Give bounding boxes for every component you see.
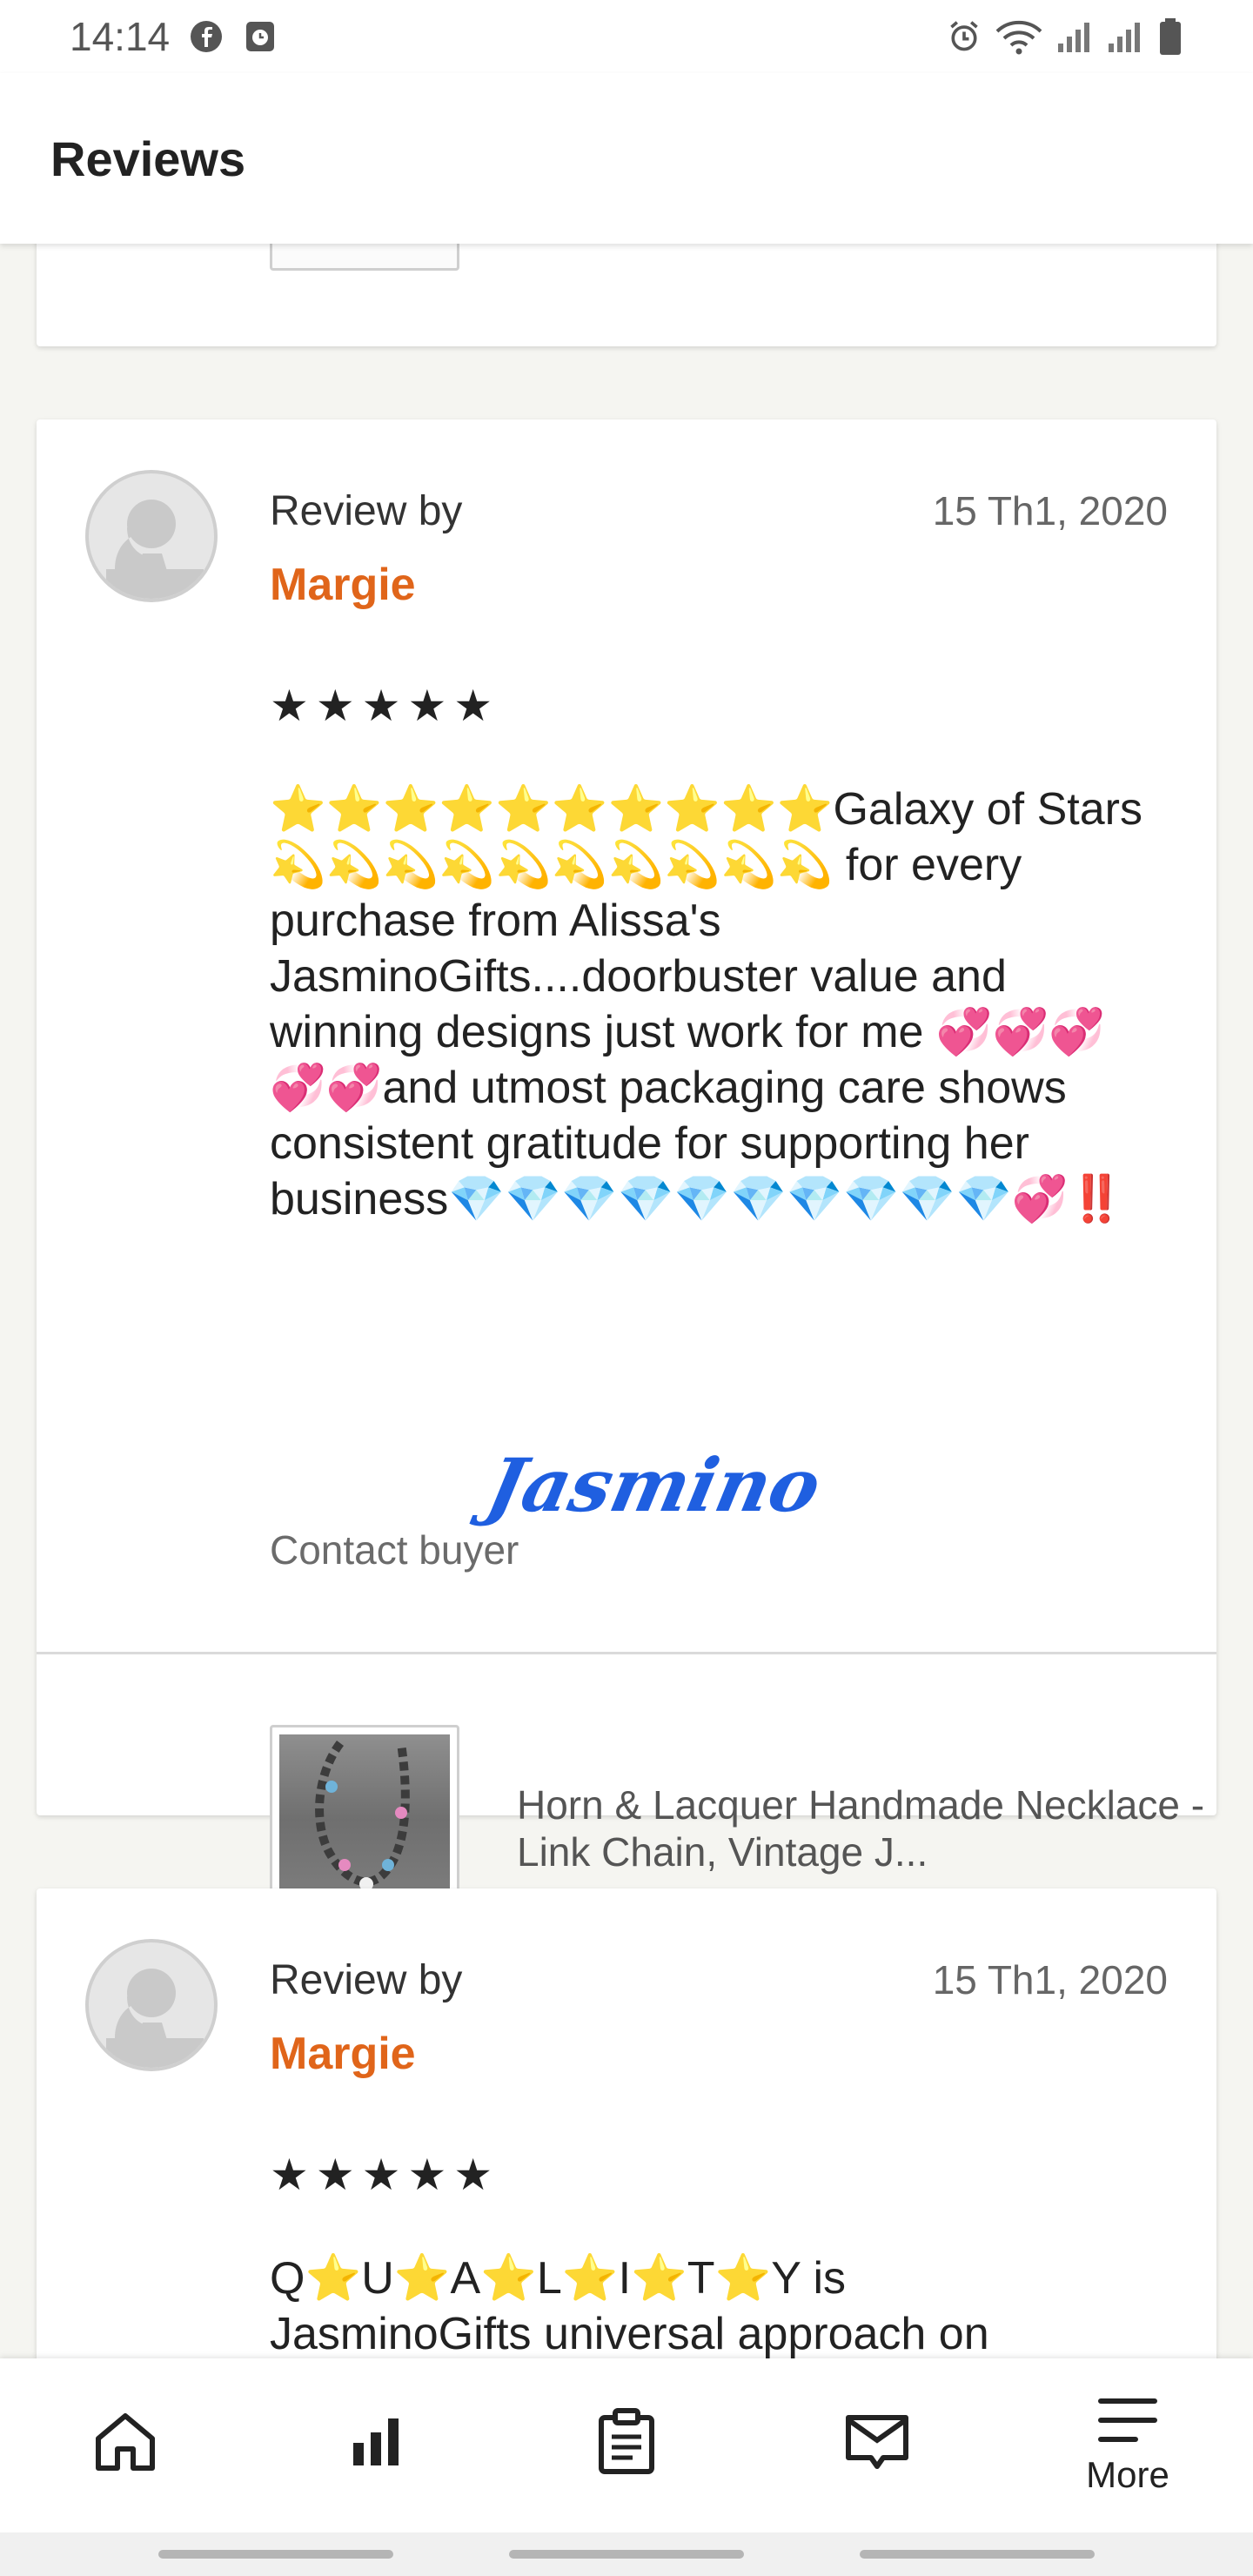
star-rating: ★★★★★ [270, 2150, 500, 2199]
review-text-part: Galaxy of Stars [833, 784, 1142, 835]
signal-icon [1056, 19, 1095, 54]
avatar [85, 470, 218, 602]
review-text: Q⭐U⭐A⭐L⭐I⭐T⭐Y is JasminoGifts universal … [270, 2251, 1149, 2358]
review-date: 15 Th1, 2020 [932, 1957, 1168, 2002]
status-time: 14:14 [70, 14, 171, 59]
menu-icon [1097, 2396, 1158, 2449]
review-list[interactable]: Review by Margie 15 Th1, 2020 ★★★★★ ⭐⭐⭐⭐… [0, 244, 1253, 2358]
star-rating: ★★★★★ [270, 681, 500, 730]
contact-buyer-link[interactable]: Contact buyer [270, 1526, 519, 1573]
review-text-heart: 💞 [1011, 1174, 1069, 1224]
reviewer-name[interactable]: Margie [270, 559, 416, 611]
home-icon [91, 2407, 159, 2479]
alarm-icon [947, 19, 982, 54]
system-nav-handle[interactable] [509, 2550, 744, 2559]
status-left: 14:14 [70, 13, 278, 60]
stats-icon [348, 2413, 404, 2473]
review-card: Review by Margie 15 Th1, 2020 ★★★★★ Q⭐U⭐… [37, 1888, 1216, 2358]
bottom-nav: More [0, 2358, 1253, 2532]
page-title: Reviews [50, 131, 246, 186]
review-text-sparkles: 💫💫💫💫💫💫💫💫💫💫 [270, 840, 834, 890]
wifi-icon [994, 19, 1044, 55]
review-by-label: Review by [270, 1957, 463, 2003]
review-text-exclamation: ‼️ [1068, 1174, 1125, 1224]
nav-more[interactable]: More [1002, 2358, 1253, 2532]
reviewer-name[interactable]: Margie [270, 2028, 416, 2080]
battery-icon [1157, 18, 1183, 55]
status-right [947, 18, 1183, 55]
divider [37, 1652, 1216, 1654]
review-text-line: Q⭐U⭐A⭐L⭐I⭐T⭐Y is [270, 2253, 847, 2304]
review-text-line: JasminoGifts universal approach on [270, 2309, 989, 2358]
review-card: Review by Margie 15 Th1, 2020 ★★★★★ ⭐⭐⭐⭐… [37, 419, 1216, 1915]
messages-icon [843, 2411, 911, 2476]
nav-orders[interactable] [501, 2358, 752, 2532]
product-thumbnail[interactable] [270, 244, 459, 271]
signature-logo: Jasmino [479, 1442, 828, 1528]
facebook-icon [189, 19, 224, 54]
orders-icon [596, 2407, 657, 2479]
review-card-previous [37, 244, 1216, 346]
signal-icon [1107, 19, 1145, 54]
product-title[interactable]: Horn & Lacquer Handmade Necklace - Link … [517, 1781, 1213, 1875]
review-text-stars: ⭐⭐⭐⭐⭐⭐⭐⭐⭐⭐ [270, 784, 834, 835]
status-bar: 14:14 [0, 0, 1253, 73]
nav-home[interactable] [0, 2358, 251, 2532]
nav-messages[interactable] [752, 2358, 1002, 2532]
app-bar: Reviews [0, 73, 1253, 244]
nav-more-label: More [1086, 2453, 1169, 2495]
system-nav-handle[interactable] [158, 2550, 393, 2559]
clock-app-icon [243, 19, 278, 54]
product-thumbnail[interactable] [270, 1725, 459, 1915]
system-nav-handle[interactable] [860, 2550, 1095, 2559]
review-text: ⭐⭐⭐⭐⭐⭐⭐⭐⭐⭐Galaxy of Stars💫💫💫💫💫💫💫💫💫💫 for … [270, 782, 1149, 1227]
nav-stats[interactable] [251, 2358, 501, 2532]
system-nav-bar [0, 2532, 1253, 2576]
avatar [85, 1939, 218, 2071]
review-by-label: Review by [270, 488, 463, 534]
necklace-image [279, 1734, 450, 1905]
review-text-diamonds: 💎💎💎💎💎💎💎💎💎💎 [448, 1174, 1012, 1224]
review-date: 15 Th1, 2020 [932, 488, 1168, 533]
